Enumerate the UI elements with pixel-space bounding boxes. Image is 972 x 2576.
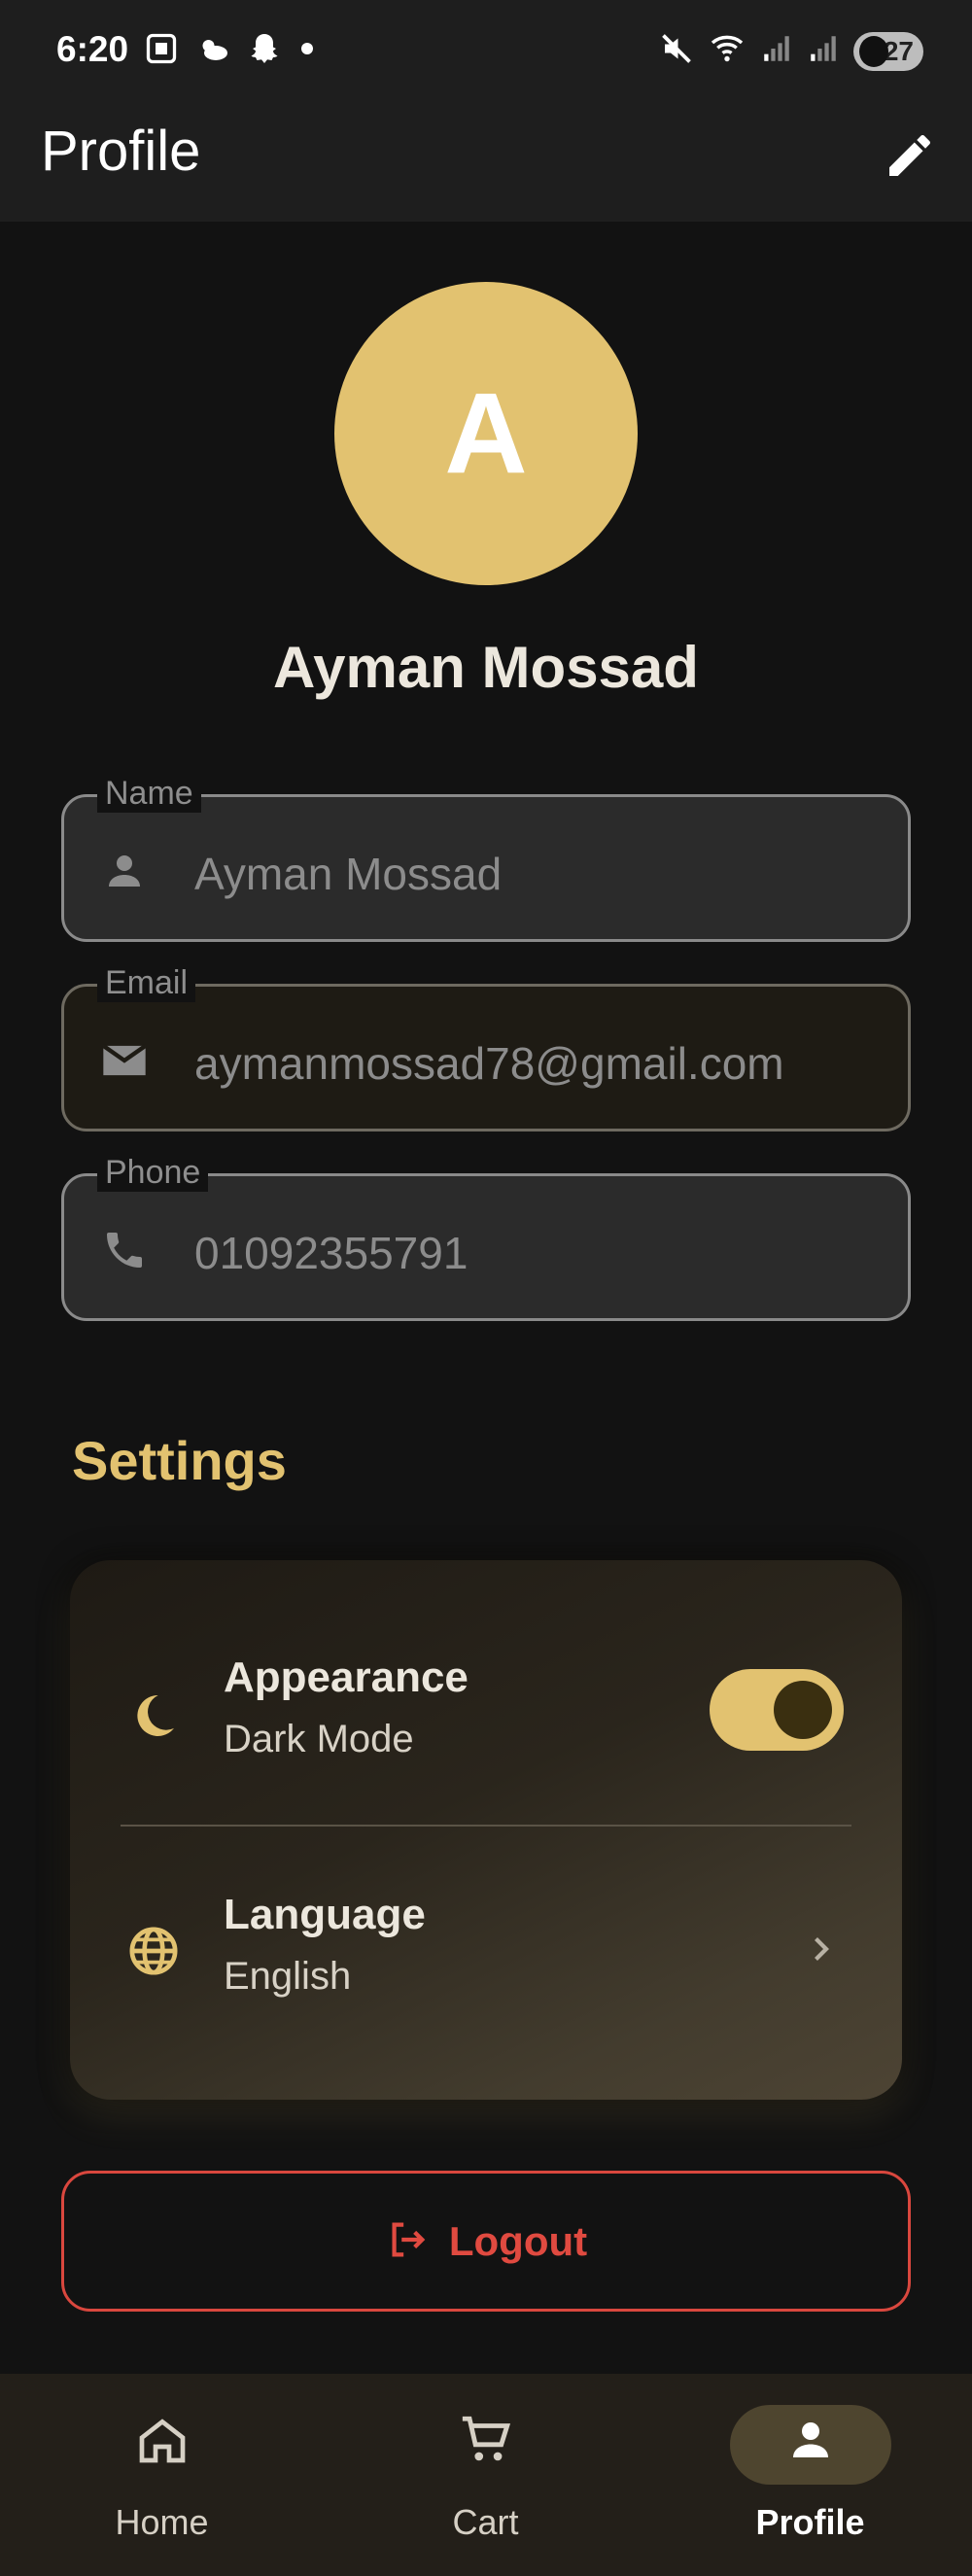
- wifi-icon: [708, 31, 746, 71]
- nav-label-profile: Profile: [755, 2502, 865, 2542]
- person-icon: [781, 2411, 840, 2469]
- avatar: A: [334, 282, 638, 585]
- status-time: 6:20: [56, 29, 129, 69]
- status-notification-icons: [144, 31, 317, 71]
- nav-label-cart: Cart: [452, 2502, 519, 2542]
- mail-icon: [99, 1035, 150, 1086]
- nav-label-home: Home: [115, 2502, 209, 2542]
- dark-mode-toggle[interactable]: [710, 1669, 844, 1751]
- snapchat-icon: [247, 31, 282, 71]
- battery-indicator: 27: [853, 31, 923, 71]
- nav-item-home[interactable]: Home: [0, 2374, 324, 2576]
- settings-divider: [121, 1825, 851, 1827]
- settings-heading: Settings: [72, 1430, 287, 1491]
- home-icon: [133, 2411, 191, 2469]
- appearance-subtitle: Dark Mode: [224, 1718, 414, 1760]
- toggle-knob: [774, 1681, 832, 1739]
- pencil-icon: [883, 128, 937, 188]
- cart-icon: [457, 2411, 515, 2469]
- avatar-initial: A: [444, 369, 528, 498]
- status-bar: 6:20 27: [0, 0, 972, 97]
- phone-icon: [99, 1225, 150, 1275]
- screenshot-icon: [144, 31, 179, 71]
- phone-field-label: Phone: [97, 1153, 209, 1192]
- logout-label: Logout: [448, 2217, 588, 2264]
- language-setting-row[interactable]: Language English: [70, 1860, 902, 2044]
- chevron-right-icon: [801, 1930, 840, 1968]
- moon-icon: [124, 1687, 183, 1745]
- nav-item-profile[interactable]: Profile: [648, 2374, 972, 2576]
- email-field[interactable]: Email: [61, 963, 911, 1131]
- name-field-label: Name: [97, 774, 201, 813]
- appearance-setting-row[interactable]: Appearance Dark Mode: [70, 1609, 902, 1793]
- logout-icon: [385, 2217, 430, 2265]
- more-notifications-dot: [297, 39, 317, 63]
- phone-field[interactable]: Phone: [61, 1153, 911, 1321]
- logout-button[interactable]: Logout: [61, 2171, 911, 2312]
- edit-profile-button[interactable]: [875, 122, 945, 192]
- status-system-icons: 27: [659, 31, 923, 71]
- name-input[interactable]: [194, 848, 894, 900]
- signal-icon-2: [807, 32, 840, 70]
- weather-icon: [194, 31, 231, 71]
- email-field-label: Email: [97, 963, 196, 1002]
- language-title: Language: [224, 1891, 426, 1938]
- bottom-navigation: Home Cart Profile: [0, 2374, 972, 2576]
- user-display-name: Ayman Mossad: [273, 635, 699, 700]
- name-field[interactable]: Name: [61, 774, 911, 942]
- nav-item-cart[interactable]: Cart: [324, 2374, 647, 2576]
- mute-icon: [659, 31, 694, 71]
- settings-card: Appearance Dark Mode Language English: [70, 1560, 902, 2100]
- signal-icon-1: [760, 32, 793, 70]
- globe-icon: [124, 1922, 183, 1980]
- charging-icon: [859, 35, 888, 67]
- language-subtitle: English: [224, 1955, 352, 1998]
- app-bar: Profile: [0, 97, 972, 222]
- phone-input[interactable]: [194, 1227, 894, 1279]
- appearance-title: Appearance: [224, 1654, 469, 1701]
- page-title: Profile: [41, 120, 201, 183]
- email-input[interactable]: [194, 1037, 894, 1090]
- person-icon: [99, 846, 150, 896]
